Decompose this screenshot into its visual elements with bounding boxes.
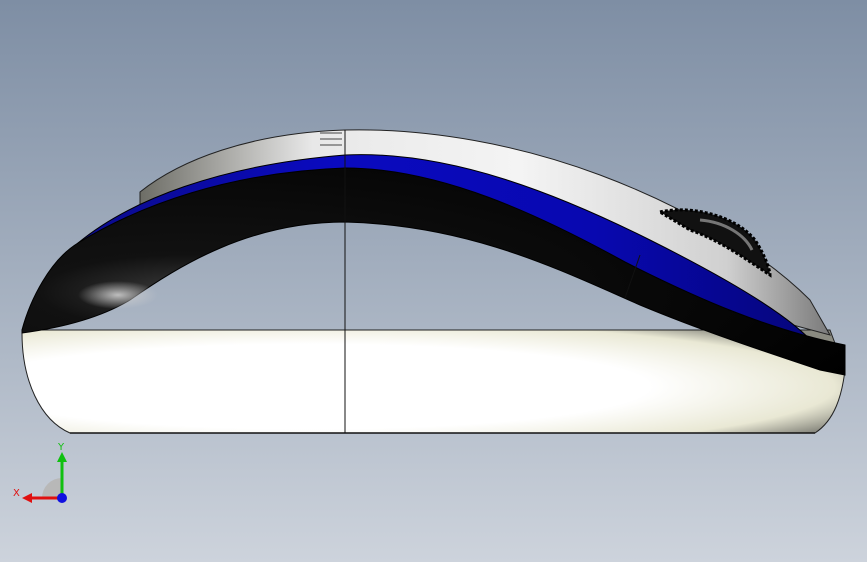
mouse-model[interactable] (0, 0, 867, 562)
band-highlight (78, 281, 158, 309)
lower-shell (21, 329, 846, 434)
graphics-viewport[interactable]: Y X (0, 0, 867, 562)
coordinate-triad: Y X (13, 442, 67, 503)
y-axis-arrow (57, 452, 67, 462)
z-axis-dot (57, 493, 67, 503)
x-axis-label: X (13, 488, 20, 499)
x-axis-arrow (22, 493, 32, 503)
y-axis-label: Y (57, 442, 65, 453)
